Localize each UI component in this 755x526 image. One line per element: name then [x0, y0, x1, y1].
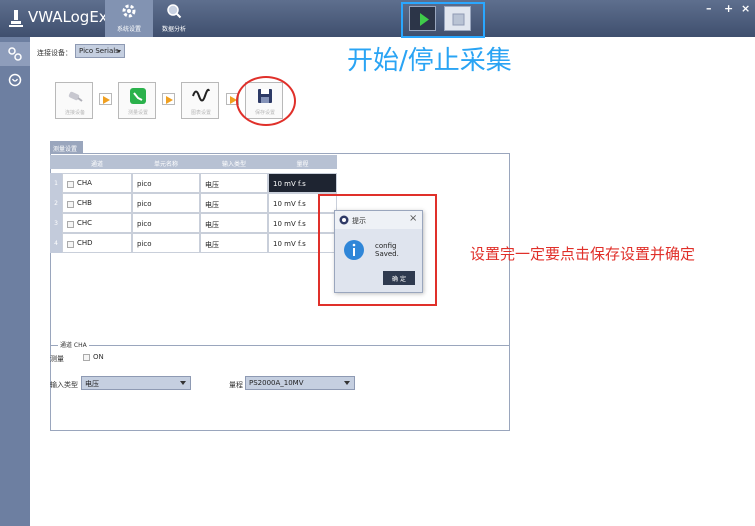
channel-name: CHA: [77, 179, 92, 187]
info-icon: [344, 240, 364, 260]
channel-checkbox[interactable]: [67, 221, 74, 228]
step-measure-settings[interactable]: 测量设置: [118, 82, 156, 119]
channel-group-title: 通道 CHA: [58, 340, 89, 349]
stop-icon: [452, 13, 465, 26]
save-highlight-circle: [236, 76, 296, 126]
channel-checkbox[interactable]: [67, 181, 74, 188]
range-select[interactable]: PS2000A_10MV: [245, 376, 355, 390]
column-header-range: 量程: [296, 161, 309, 168]
dialog-title: 提示: [352, 217, 366, 225]
plug-icon: [68, 91, 83, 102]
column-header-unit-name: 单元名称: [153, 161, 178, 168]
play-arrow-icon: [166, 96, 173, 104]
app-window: VWALogEx 系统设置 数据分析 – + × 连接设备： Pico Seri…: [0, 0, 755, 526]
cell-unit[interactable]: pico: [132, 193, 200, 213]
row-number: 2: [50, 193, 62, 213]
cell-channel[interactable]: CHD: [62, 233, 132, 253]
sidebar-item-chat[interactable]: [0, 68, 30, 92]
device-label: 连接设备：: [37, 49, 72, 57]
sidebar-item-link[interactable]: [0, 42, 30, 66]
title-bar: VWALogEx 系统设置 数据分析 – + ×: [0, 0, 755, 37]
row-number: 3: [50, 213, 62, 233]
maximize-button[interactable]: +: [724, 2, 733, 15]
device-select[interactable]: Pico Serials: [75, 44, 125, 58]
measure-on-checkbox[interactable]: [83, 354, 90, 361]
magnifier-icon: [167, 4, 182, 19]
waveform-icon: [192, 88, 210, 102]
column-header-input-type: 输入类型: [221, 161, 246, 168]
step-arrow-1: [99, 93, 112, 105]
channel-group-divider: [50, 345, 510, 346]
cell-channel[interactable]: CHB: [62, 193, 132, 213]
chevron-down-icon: [344, 381, 350, 385]
row-number: 4: [50, 233, 62, 253]
measure-on-label: ON: [93, 353, 104, 361]
channel-name: CHD: [77, 239, 93, 247]
input-type-value: 电压: [85, 380, 99, 388]
step-label: 图表设置: [190, 110, 211, 116]
channel-name: CHC: [77, 219, 93, 227]
channel-name: CHB: [77, 199, 92, 207]
dialog-close-button[interactable]: ×: [409, 213, 417, 224]
cell-unit[interactable]: pico: [132, 213, 200, 233]
range-value: PS2000A_10MV: [249, 379, 304, 387]
play-icon: [420, 13, 429, 26]
device-select-value: Pico Serials: [79, 47, 119, 55]
step-arrow-2: [162, 93, 175, 105]
tab-label: 系统设置: [116, 26, 141, 33]
cell-unit[interactable]: pico: [132, 173, 200, 193]
channel-checkbox[interactable]: [67, 201, 74, 208]
column-header-channel: 通道: [90, 161, 103, 168]
cell-input-type[interactable]: 电压: [200, 193, 268, 213]
minimize-button[interactable]: –: [706, 2, 712, 15]
cell-channel[interactable]: CHA: [62, 173, 132, 193]
cell-input-type[interactable]: 电压: [200, 233, 268, 253]
start-stop-annotation: 开始/停止采集: [347, 46, 512, 76]
left-sidebar: [0, 37, 30, 526]
cell-input-type[interactable]: 电压: [200, 173, 268, 193]
play-arrow-icon: [103, 96, 110, 104]
link-icon: [8, 47, 22, 61]
measure-label: 测量: [50, 355, 64, 363]
app-small-icon: [339, 215, 349, 225]
chevron-down-icon: [117, 50, 121, 53]
app-logo-icon: [9, 10, 23, 27]
input-type-label: 输入类型: [50, 381, 78, 389]
range-label: 量程: [229, 381, 243, 389]
app-title: VWALogEx: [28, 8, 108, 26]
input-type-select[interactable]: 电压: [81, 376, 191, 390]
step-label: 连接设备: [64, 110, 85, 116]
cell-channel[interactable]: CHC: [62, 213, 132, 233]
step-chart-settings[interactable]: 图表设置: [181, 82, 219, 119]
ok-button[interactable]: 确 定: [383, 271, 415, 285]
save-instruction-annotation: 设置完一定要点击保存设置并确定: [470, 245, 696, 263]
measure-icon: [130, 88, 146, 104]
row-number: 1: [50, 173, 62, 193]
config-saved-dialog: 提示 × config Saved. 确 定: [334, 210, 423, 293]
cell-range[interactable]: 10 mV f.s: [268, 173, 337, 193]
grid-header: 通道 单元名称 输入类型 量程: [50, 155, 337, 169]
chevron-down-icon: [180, 381, 186, 385]
gear-icon: [122, 4, 136, 18]
tab-system-settings[interactable]: 系统设置: [105, 0, 153, 37]
close-button[interactable]: ×: [741, 2, 750, 15]
tab-label: 数据分析: [161, 26, 186, 33]
tab-data-analysis[interactable]: 数据分析: [150, 0, 198, 37]
step-connect-device[interactable]: 连接设备: [55, 82, 93, 119]
step-label: 测量设置: [127, 110, 148, 116]
dialog-message: config Saved.: [375, 242, 399, 258]
chat-icon: [8, 73, 22, 87]
dialog-header: 提示 ×: [335, 211, 422, 229]
channel-checkbox[interactable]: [67, 241, 74, 248]
cell-input-type[interactable]: 电压: [200, 213, 268, 233]
cell-unit[interactable]: pico: [132, 233, 200, 253]
start-acquisition-button[interactable]: [409, 6, 436, 31]
stop-acquisition-button[interactable]: [444, 6, 471, 31]
